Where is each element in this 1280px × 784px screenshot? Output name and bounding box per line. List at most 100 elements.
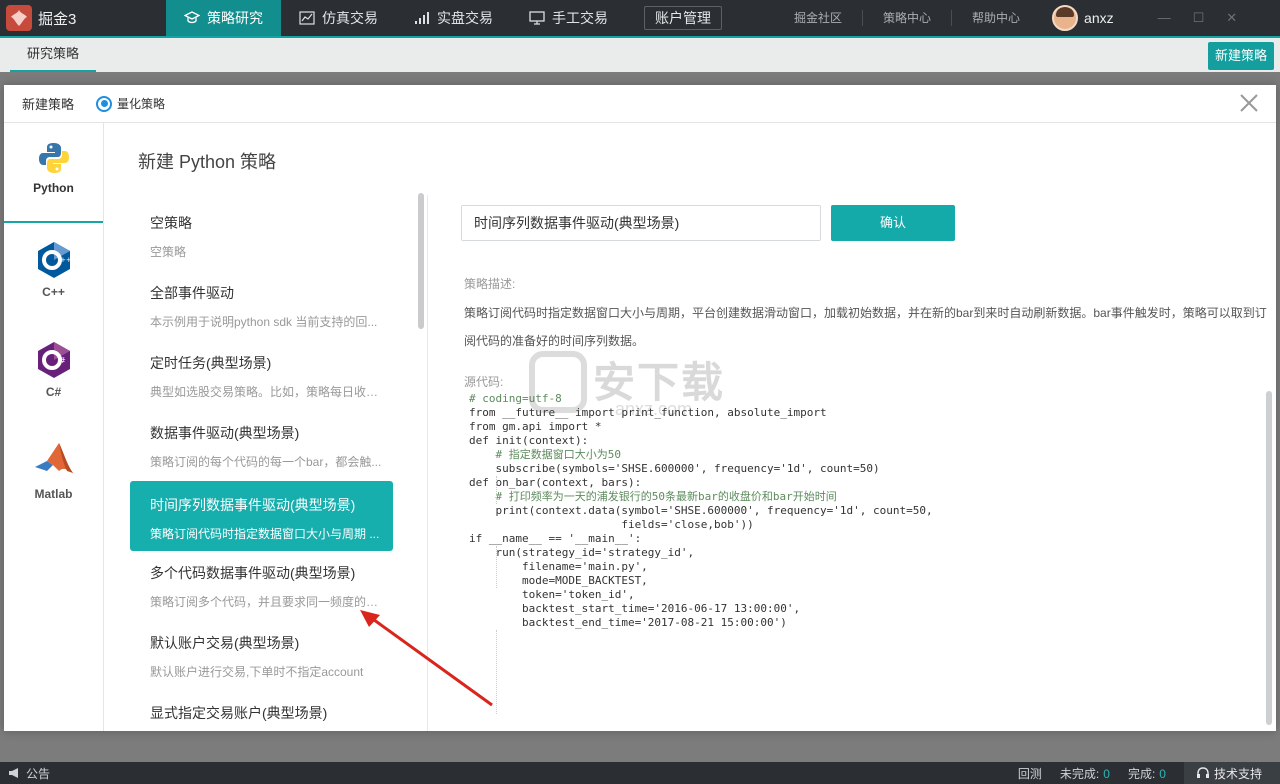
template-title: 定时任务(典型场景): [150, 355, 272, 371]
code-line: token='token_id',: [469, 588, 635, 601]
account-management-button[interactable]: 账户管理: [644, 6, 722, 30]
language-matlab[interactable]: Matlab: [4, 441, 103, 501]
user-menu[interactable]: anxz: [1052, 5, 1114, 31]
indent-guide: [496, 476, 497, 504]
code-line: mode=MODE_BACKTEST,: [469, 574, 648, 587]
list-item[interactable]: 多个代码数据事件驱动(典型场景) 策略订阅多个代码，并且要求同一频度的数...: [130, 549, 393, 619]
top-bar: 掘金3 策略研究 仿真交易 实盘交易 手工交易 账户管理 掘金社区 策略中心 帮…: [0, 0, 1280, 36]
language-label: Matlab: [34, 487, 73, 501]
code-line: if __name__ == '__main__':: [469, 532, 642, 545]
tab-research-strategy[interactable]: 研究策略: [10, 38, 97, 72]
code-line: # 打印频率为一天的浦发银行的50条最新bar的收盘价和bar开始时间: [469, 490, 837, 503]
python-icon: [38, 143, 69, 173]
language-rail: Python ++ C++ # C# Matlab: [4, 123, 104, 731]
code-line: from gm.api import *: [469, 420, 602, 433]
radio-label: 量化策略: [117, 97, 166, 111]
nav-tab-label: 策略研究: [207, 10, 263, 26]
window-controls: — ☐ ✕: [1158, 10, 1238, 26]
template-desc: 典型如选股交易策略。比如，策略每日收盘...: [150, 385, 386, 399]
done-label: 完成:: [1127, 766, 1156, 781]
code-line: fields='close,bob')): [469, 518, 754, 531]
minimize-icon[interactable]: —: [1158, 10, 1171, 26]
nav-tab-live-trading[interactable]: 实盘交易: [396, 0, 511, 36]
community-link[interactable]: 掘金社区: [774, 10, 864, 26]
megaphone-icon: [9, 768, 18, 778]
template-title: 默认账户交易(典型场景): [150, 635, 300, 651]
nav-tab-manual-trading[interactable]: 手工交易: [511, 0, 626, 36]
close-window-icon[interactable]: ✕: [1226, 10, 1237, 26]
template-desc: 策略订阅代码时指定数据窗口大小与周期 ...: [150, 527, 380, 541]
indent-guide: [496, 546, 497, 588]
list-item[interactable]: 显式指定交易账户(典型场景): [130, 689, 393, 731]
source-code[interactable]: # coding=utf-8 from __future__ import pri…: [469, 392, 1259, 722]
csharp-icon: #: [37, 342, 70, 378]
code-line: # 指定数据窗口大小为50: [469, 448, 621, 461]
matlab-icon: [34, 443, 73, 473]
app-logo-icon: [6, 5, 32, 31]
announcement-label: 公告: [26, 766, 51, 781]
template-title: 空策略: [150, 215, 192, 231]
avatar: [1052, 5, 1079, 31]
nav-tab-label: 手工交易: [552, 10, 608, 26]
tech-support-button[interactable]: 技术支持: [1183, 762, 1280, 784]
svg-text:#: #: [59, 356, 66, 365]
graduation-cap-icon: [184, 11, 200, 24]
dialog-title: 新建策略: [22, 97, 75, 112]
list-item[interactable]: 定时任务(典型场景) 典型如选股交易策略。比如，策略每日收盘...: [130, 339, 393, 409]
code-scrollbar[interactable]: [1266, 391, 1272, 725]
language-cpp[interactable]: ++ C++: [4, 241, 103, 299]
help-center-link[interactable]: 帮助中心: [952, 10, 1040, 26]
list-item-selected[interactable]: 时间序列数据事件驱动(典型场景) 策略订阅代码时指定数据窗口大小与周期 ...: [130, 481, 393, 551]
indent-guide: [496, 630, 497, 714]
code-line: print(context.data(symbol='SHSE.600000',…: [469, 504, 933, 517]
sub-bar: 研究策略 新建策略: [0, 36, 1280, 72]
template-desc: 策略订阅多个代码，并且要求同一频度的数...: [150, 595, 386, 609]
code-line: run(strategy_id='strategy_id',: [469, 546, 695, 559]
code-line: # coding=utf-8: [469, 392, 562, 405]
tech-support-label: 技术支持: [1213, 766, 1262, 781]
list-item[interactable]: 空策略 空策略: [130, 199, 393, 269]
status-right: 回测 未完成: 0 完成: 0 技术支持: [1018, 762, 1280, 784]
language-python[interactable]: Python: [4, 141, 103, 223]
svg-text:++: ++: [60, 256, 72, 264]
quant-strategy-radio[interactable]: 量化策略: [96, 95, 165, 112]
confirm-button[interactable]: 确认: [831, 205, 955, 241]
template-title: 全部事件驱动: [150, 285, 234, 301]
code-line: filename='main.py',: [469, 560, 648, 573]
list-scrollbar[interactable]: [418, 193, 424, 329]
strategy-name-input[interactable]: 时间序列数据事件驱动(典型场景): [461, 205, 821, 241]
dialog-header: 新建策略 量化策略: [4, 85, 1276, 123]
list-item[interactable]: 全部事件驱动 本示例用于说明python sdk 当前支持的回...: [130, 269, 393, 339]
language-label: C++: [42, 285, 65, 299]
nav-tab-strategy-research[interactable]: 策略研究: [166, 0, 281, 36]
chart-icon: [299, 11, 315, 25]
headset-icon: [1196, 766, 1209, 778]
new-strategy-dialog: 新建策略 量化策略 Python ++ C++ # C# Matlab 新建 P…: [4, 85, 1276, 731]
announcement[interactable]: 公告: [0, 765, 50, 782]
app-title: 掘金3: [38, 10, 77, 28]
source-code-label: 源代码:: [464, 375, 504, 389]
pending-count: 0: [1103, 766, 1110, 781]
strategy-center-link[interactable]: 策略中心: [863, 10, 953, 26]
new-strategy-button[interactable]: 新建策略: [1208, 42, 1274, 70]
backtest-label[interactable]: 回测: [1018, 765, 1042, 782]
description-label: 策略描述:: [464, 277, 516, 291]
template-title: 时间序列数据事件驱动(典型场景): [150, 497, 356, 513]
brand: 掘金3: [0, 0, 166, 36]
list-item[interactable]: 默认账户交易(典型场景) 默认账户进行交易,下单时不指定account: [130, 619, 393, 689]
nav-tab-simulated-trading[interactable]: 仿真交易: [281, 0, 396, 36]
list-item[interactable]: 数据事件驱动(典型场景) 策略订阅的每个代码的每一个bar，都会触...: [130, 409, 393, 479]
status-bar: 公告 回测 未完成: 0 完成: 0 技术支持: [0, 762, 1280, 784]
username: anxz: [1084, 10, 1114, 26]
code-line: def on_bar(context, bars):: [469, 476, 642, 489]
language-label: C#: [45, 385, 62, 399]
maximize-icon[interactable]: ☐: [1193, 10, 1205, 26]
template-desc: 默认账户进行交易,下单时不指定account: [150, 665, 364, 679]
template-title: 多个代码数据事件驱动(典型场景): [150, 565, 356, 581]
language-csharp[interactable]: # C#: [4, 341, 103, 399]
close-icon[interactable]: [1238, 92, 1260, 114]
code-line: def init(context):: [469, 434, 589, 447]
nav-tab-label: 实盘交易: [437, 10, 493, 26]
code-line: backtest_end_time='2017-08-21 15:00:00'): [469, 616, 787, 629]
strategy-description: 策略订阅代码时指定数据窗口大小与周期，平台创建数据滑动窗口，加载初始数据，并在新…: [464, 306, 1267, 348]
